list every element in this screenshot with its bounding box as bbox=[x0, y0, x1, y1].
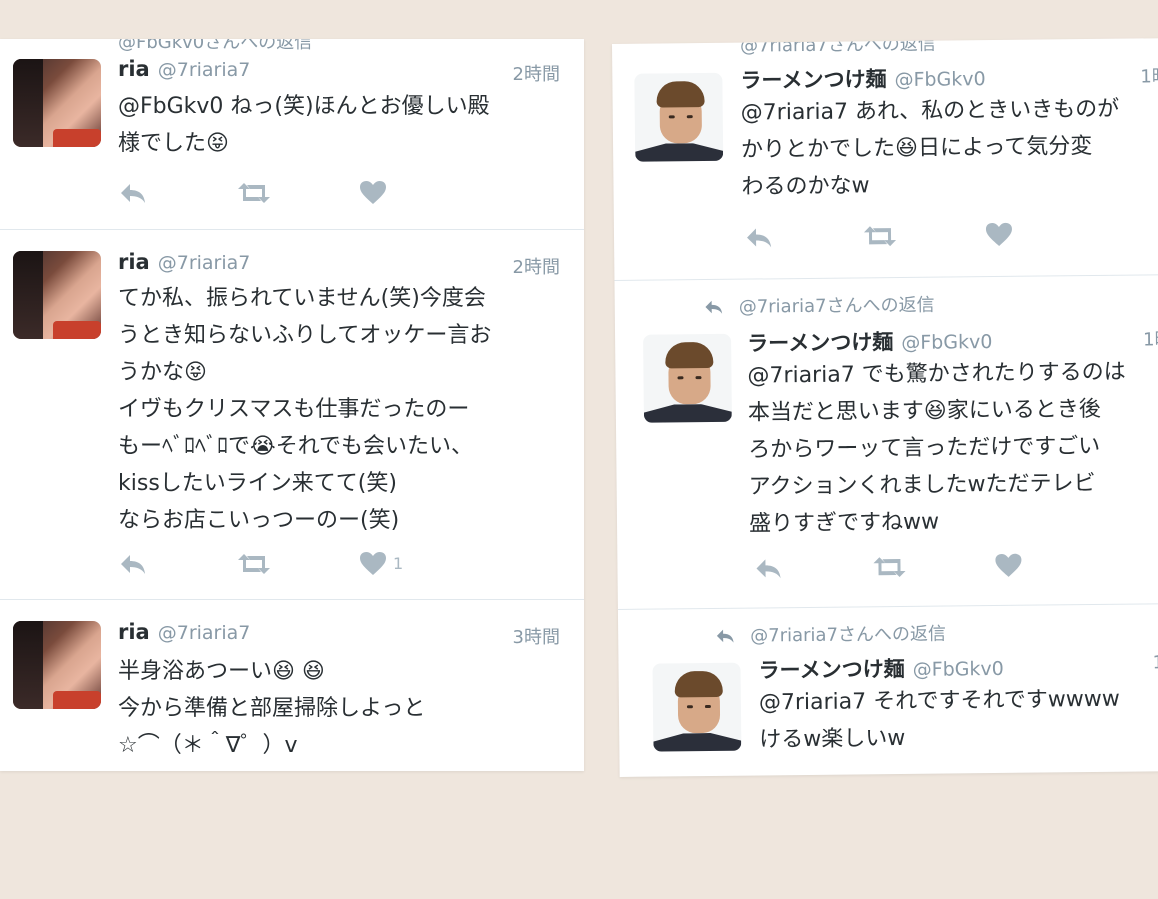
left-timeline-panel: @FbGkv0さんへの返信 ria @7riaria7 2時間 @FbGkv0 ね… bbox=[0, 39, 584, 771]
avatar-eye bbox=[686, 705, 693, 709]
tweet-text: 半身浴あつーい😆 😆 今から準備と部屋掃除しよっと ☆⌒（＊＾∇゜）v bbox=[118, 659, 426, 758]
display-name[interactable]: ria @7riaria7 bbox=[118, 250, 250, 274]
retweet-icon[interactable] bbox=[862, 223, 898, 249]
tweet[interactable]: @7riaria7さんへの返信 ラーメンつけ麺 @FbGkv0 1 @7riari… bbox=[618, 604, 1158, 777]
avatar[interactable] bbox=[634, 72, 724, 162]
timestamp[interactable]: 2時間 bbox=[513, 253, 560, 279]
tweet[interactable]: @7riaria7さんへの返信 ラーメンつけ麺 @FbGkv0 1時 @7riar… bbox=[614, 275, 1158, 608]
avatar-eye bbox=[686, 115, 693, 119]
avatar[interactable] bbox=[13, 59, 101, 147]
avatar-shirt bbox=[653, 733, 741, 752]
like-count: 1 bbox=[393, 554, 404, 573]
display-name[interactable]: ラーメンつけ麺 @FbGkv0 bbox=[747, 325, 993, 358]
reply-icon[interactable] bbox=[744, 224, 774, 250]
reply-icon[interactable] bbox=[753, 555, 783, 581]
avatar-eye bbox=[677, 376, 684, 380]
display-name[interactable]: ria @7riaria7 bbox=[118, 57, 250, 81]
avatar[interactable] bbox=[643, 333, 732, 423]
avatar[interactable] bbox=[13, 621, 101, 709]
right-timeline-panel: @7riaria7さんへの返信 ラーメンつけ麺 @FbGkv0 1時 @7riar… bbox=[612, 38, 1158, 777]
like-icon[interactable] bbox=[985, 222, 1013, 248]
timestamp[interactable]: 3時間 bbox=[513, 623, 560, 649]
user-handle[interactable]: @FbGkv0 bbox=[913, 658, 1004, 681]
tweet-text: @7riaria7 あれ、私のときいきものが かりとかでした😆日によって気分変 … bbox=[740, 96, 1120, 200]
tweet[interactable]: ラーメンつけ麺 @FbGkv0 1時 @7riaria7 あれ、私のときいきものが… bbox=[612, 38, 1158, 279]
user-handle[interactable]: @7riaria7 bbox=[158, 252, 251, 274]
like-icon[interactable]: 1 bbox=[359, 551, 403, 577]
like-icon[interactable] bbox=[359, 180, 387, 206]
retweet-icon[interactable] bbox=[236, 551, 272, 577]
tweet-actions bbox=[753, 552, 1053, 585]
tweet-text: @7riaria7 それですそれですwwww けるw楽しいw bbox=[758, 686, 1120, 753]
tweet[interactable]: ria @7riaria7 2時間 てか私、振られていません(笑)今度会 うとき知… bbox=[0, 230, 584, 599]
display-name[interactable]: ラーメンつけ麺 @FbGkv0 bbox=[758, 652, 1004, 685]
reply-icon[interactable] bbox=[118, 551, 148, 577]
avatar-eye bbox=[668, 115, 675, 119]
avatar-hair bbox=[674, 670, 723, 698]
like-icon[interactable] bbox=[994, 553, 1022, 579]
avatar-hair bbox=[665, 341, 714, 369]
tweet-actions: 1 bbox=[118, 551, 418, 581]
avatar-eye bbox=[704, 705, 711, 709]
tweet-actions bbox=[118, 180, 418, 210]
avatar-hair bbox=[656, 81, 705, 108]
tweet[interactable]: ria @7riaria7 3時間 半身浴あつーい😆 😆 今から準備と部屋掃除しよ… bbox=[0, 600, 584, 771]
retweet-icon[interactable] bbox=[871, 554, 907, 580]
avatar[interactable] bbox=[13, 251, 101, 339]
tweet[interactable]: ria @7riaria7 2時間 @FbGkv0 ねっ(笑)ほんとお優しい殿 様… bbox=[0, 39, 584, 229]
timestamp[interactable]: 1時 bbox=[1143, 325, 1158, 351]
retweet-icon[interactable] bbox=[236, 180, 272, 206]
timestamp[interactable]: 1時 bbox=[1140, 62, 1158, 88]
user-handle[interactable]: @7riaria7 bbox=[158, 622, 251, 644]
avatar-eye bbox=[695, 376, 702, 380]
reply-icon[interactable] bbox=[118, 180, 148, 206]
user-handle[interactable]: @FbGkv0 bbox=[901, 331, 992, 354]
avatar[interactable] bbox=[652, 662, 742, 752]
reply-context[interactable]: @7riaria7さんへの返信 bbox=[703, 291, 935, 319]
timestamp[interactable]: 1 bbox=[1152, 652, 1158, 673]
display-name[interactable]: ria @7riaria7 bbox=[118, 620, 250, 644]
avatar-shirt bbox=[644, 404, 732, 423]
avatar-shirt bbox=[635, 143, 723, 162]
user-handle[interactable]: @FbGkv0 bbox=[894, 68, 985, 91]
tweet-text: @7riaria7 でも驚かされたりするのは 本当だと思います😆家にいるとき後 … bbox=[747, 359, 1126, 537]
reply-context[interactable]: @7riaria7さんへの返信 bbox=[714, 620, 946, 648]
timestamp[interactable]: 2時間 bbox=[513, 60, 560, 86]
user-handle[interactable]: @7riaria7 bbox=[158, 59, 251, 81]
tweet-actions bbox=[744, 221, 1044, 254]
display-name[interactable]: ラーメンつけ麺 @FbGkv0 bbox=[740, 62, 986, 95]
tweet-text: てか私、振られていません(笑)今度会 うとき知らないふりしてオッケー言お うかな… bbox=[118, 286, 492, 533]
tweet-text: @FbGkv0 ねっ(笑)ほんとお優しい殿 様でした😝 bbox=[118, 94, 490, 156]
